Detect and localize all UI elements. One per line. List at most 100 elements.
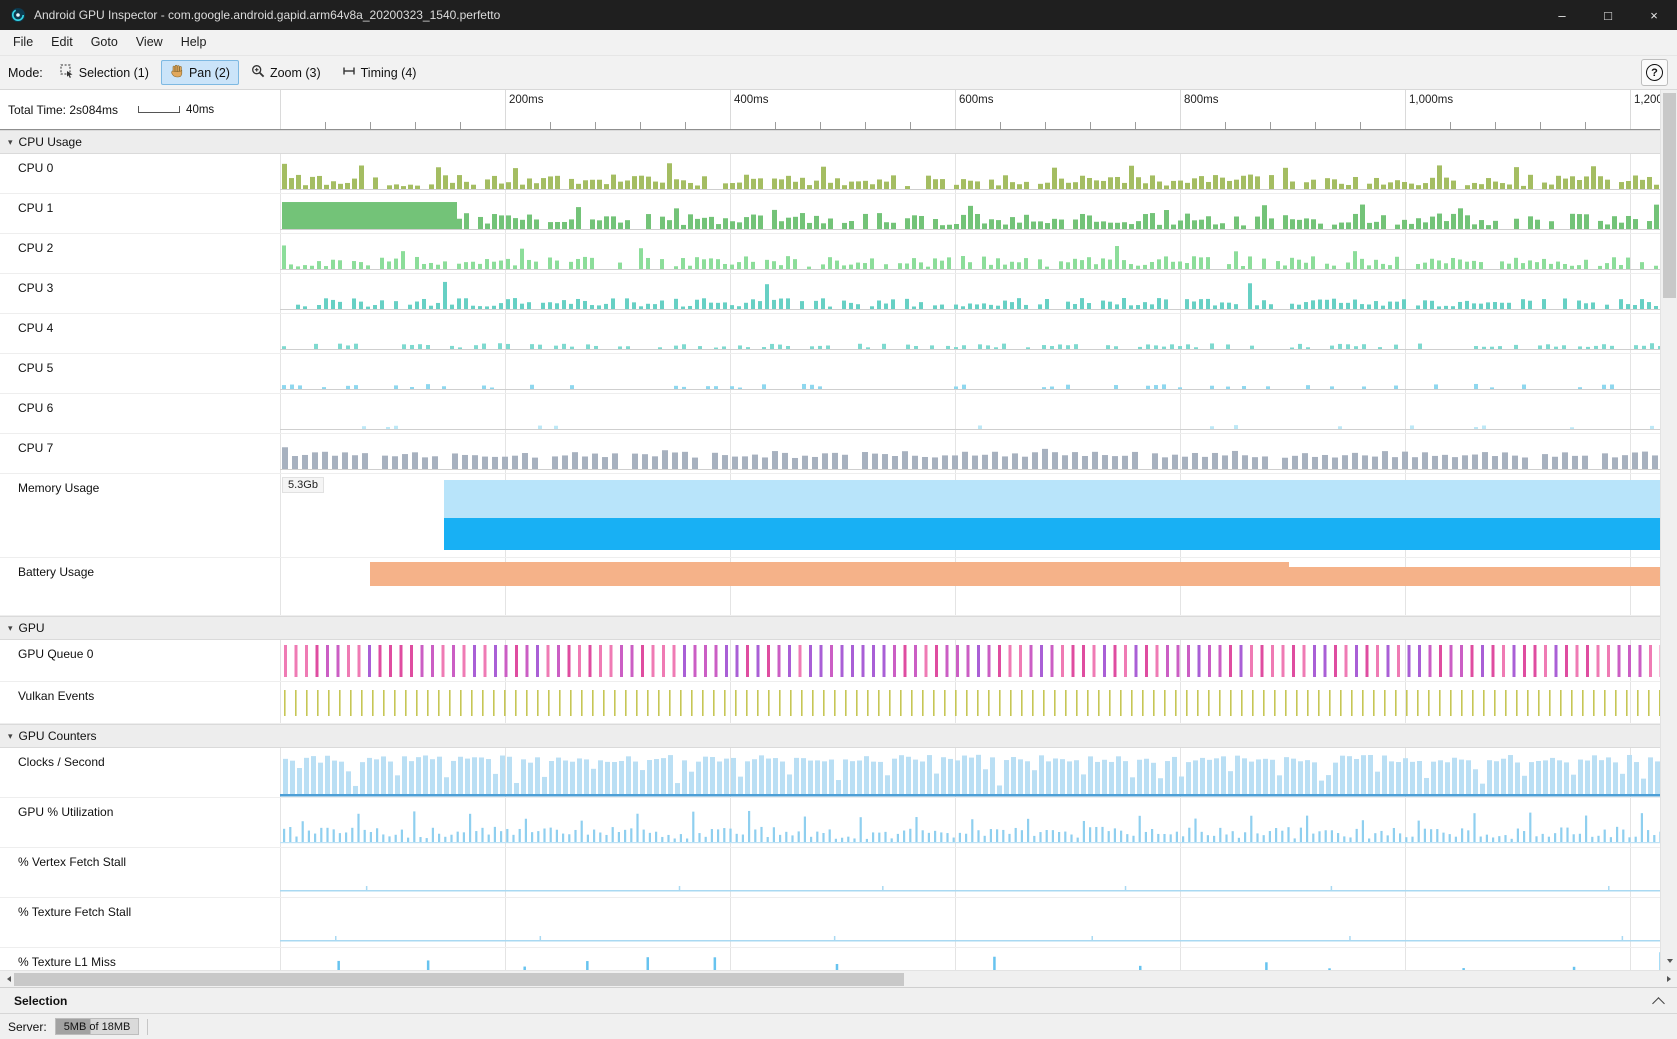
track-chart-vertex-fetch-stall[interactable] xyxy=(280,848,1677,897)
track-label: CPU 4 xyxy=(0,314,280,353)
group-label: CPU Usage xyxy=(19,135,82,149)
track-cpu-4: CPU 4 xyxy=(0,314,1677,354)
track-chart-cpu-7[interactable] xyxy=(280,434,1677,473)
window-title: Android GPU Inspector - com.google.andro… xyxy=(34,8,1539,22)
track-label: Clocks / Second xyxy=(0,748,280,797)
group-header-cpu-usage[interactable]: ▾CPU Usage xyxy=(0,130,1677,154)
menu-file[interactable]: File xyxy=(4,30,42,55)
track-chart-svg xyxy=(280,194,1677,233)
track-chart-gpu-queue-0[interactable] xyxy=(280,640,1677,681)
track-chart-memory-usage[interactable]: 5.3Gb xyxy=(280,474,1677,557)
menu-help[interactable]: Help xyxy=(172,30,216,55)
scroll-right-arrow[interactable] xyxy=(1660,971,1677,988)
ruler-minor-tick xyxy=(1270,122,1271,129)
ruler-time-label: 800ms xyxy=(1184,94,1219,106)
vertical-scrollbar-thumb[interactable] xyxy=(1663,93,1676,298)
track-chart-battery-usage[interactable] xyxy=(280,558,1677,615)
track-chart-svg xyxy=(280,474,1677,557)
server-label: Server: xyxy=(8,1020,47,1034)
track-chart-svg xyxy=(280,314,1677,353)
track-chart-texture-fetch-stall[interactable] xyxy=(280,898,1677,947)
track-label: CPU 0 xyxy=(0,154,280,193)
collapse-triangle-icon: ▾ xyxy=(8,731,13,742)
track-battery-usage: Battery Usage xyxy=(0,558,1677,616)
group-label: GPU xyxy=(19,621,45,635)
track-chart-cpu-0[interactable] xyxy=(280,154,1677,193)
track-chart-svg xyxy=(280,274,1677,313)
timeline-tracks: ▾CPU UsageCPU 0CPU 1CPU 2CPU 3CPU 4CPU 5… xyxy=(0,130,1677,970)
horizontal-scrollbar[interactable] xyxy=(0,970,1677,987)
track-cpu-5: CPU 5 xyxy=(0,354,1677,394)
close-button[interactable]: × xyxy=(1631,0,1677,30)
total-time-label: Total Time: 2s084ms xyxy=(8,103,118,117)
track-chart-cpu-3[interactable] xyxy=(280,274,1677,313)
menu-edit[interactable]: Edit xyxy=(42,30,82,55)
track-gpu-utilization: GPU % Utilization xyxy=(0,798,1677,848)
timing-mode-button[interactable]: Timing (4) xyxy=(333,60,426,85)
ruler-minor-tick xyxy=(1360,122,1361,129)
ruler-time-label: 1,000ms xyxy=(1409,94,1453,106)
track-chart-svg xyxy=(280,682,1677,723)
track-label: % Vertex Fetch Stall xyxy=(0,848,280,897)
track-chart-svg xyxy=(280,434,1677,473)
timing-mode-label: Timing (4) xyxy=(361,66,417,80)
help-button[interactable]: ? xyxy=(1641,59,1668,86)
selection-panel-header[interactable]: Selection xyxy=(0,987,1677,1013)
ruler-minor-tick xyxy=(595,122,596,129)
window-controls: – □ × xyxy=(1539,0,1677,30)
ruler-minor-tick xyxy=(1585,122,1586,129)
track-clocks-second: Clocks / Second xyxy=(0,748,1677,798)
zoom-mode-button[interactable]: Zoom (3) xyxy=(242,60,330,85)
track-chart-cpu-6[interactable] xyxy=(280,394,1677,433)
mode-toolbar: Mode: Selection (1) xyxy=(0,56,1677,90)
selection-mode-button[interactable]: Selection (1) xyxy=(51,60,158,85)
ruler-major-tick xyxy=(730,90,731,129)
ruler-time-label: 600ms xyxy=(959,94,994,106)
group-header-gpu[interactable]: ▾GPU xyxy=(0,616,1677,640)
ruler-left-panel: Total Time: 2s084ms 40ms xyxy=(0,90,280,129)
track-label: CPU 3 xyxy=(0,274,280,313)
menu-view[interactable]: View xyxy=(127,30,172,55)
track-memory-usage: Memory Usage5.3Gb xyxy=(0,474,1677,558)
maximize-button[interactable]: □ xyxy=(1585,0,1631,30)
status-bar: Server: 5MB of 18MB xyxy=(0,1013,1677,1039)
track-chart-cpu-2[interactable] xyxy=(280,234,1677,273)
scroll-down-arrow[interactable] xyxy=(1661,954,1677,968)
track-label: CPU 6 xyxy=(0,394,280,433)
vertical-scrollbar[interactable] xyxy=(1660,90,1677,970)
ruler-major-tick xyxy=(1180,90,1181,129)
track-chart-cpu-4[interactable] xyxy=(280,314,1677,353)
ruler-minor-tick xyxy=(1315,122,1316,129)
track-label: CPU 5 xyxy=(0,354,280,393)
track-chart-cpu-5[interactable] xyxy=(280,354,1677,393)
track-chart-cpu-1[interactable] xyxy=(280,194,1677,233)
track-label: CPU 2 xyxy=(0,234,280,273)
pan-mode-button[interactable]: Pan (2) xyxy=(161,60,239,85)
ruler-minor-tick xyxy=(640,122,641,129)
track-label: GPU Queue 0 xyxy=(0,640,280,681)
group-header-gpu-counters[interactable]: ▾GPU Counters xyxy=(0,724,1677,748)
minimize-button[interactable]: – xyxy=(1539,0,1585,30)
track-chart-clocks-second[interactable] xyxy=(280,748,1677,797)
chevron-up-icon[interactable] xyxy=(1652,997,1665,1010)
menu-goto[interactable]: Goto xyxy=(82,30,127,55)
track-chart-svg xyxy=(280,798,1677,847)
track-chart-texture-l1-miss[interactable] xyxy=(280,948,1677,970)
track-label: CPU 1 xyxy=(0,194,280,233)
ruler-ticks[interactable]: 200ms400ms600ms800ms1,000ms1,200ms xyxy=(280,90,1677,129)
ruler-major-tick xyxy=(1405,90,1406,129)
track-chart-vulkan-events[interactable] xyxy=(280,682,1677,723)
status-divider xyxy=(147,1019,148,1035)
horizontal-scrollbar-thumb[interactable] xyxy=(14,973,904,986)
selection-icon xyxy=(60,64,74,81)
track-cpu-6: CPU 6 xyxy=(0,394,1677,434)
track-chart-svg xyxy=(280,848,1677,897)
track-label: Vulkan Events xyxy=(0,682,280,723)
scale-bracket-icon xyxy=(138,106,180,113)
track-label: GPU % Utilization xyxy=(0,798,280,847)
zoom-mode-label: Zoom (3) xyxy=(270,66,321,80)
track-gpu-queue-0: GPU Queue 0 xyxy=(0,640,1677,682)
track-chart-gpu-utilization[interactable] xyxy=(280,798,1677,847)
track-chart-svg xyxy=(280,948,1677,970)
server-memory-badge: 5MB of 18MB xyxy=(55,1018,140,1035)
